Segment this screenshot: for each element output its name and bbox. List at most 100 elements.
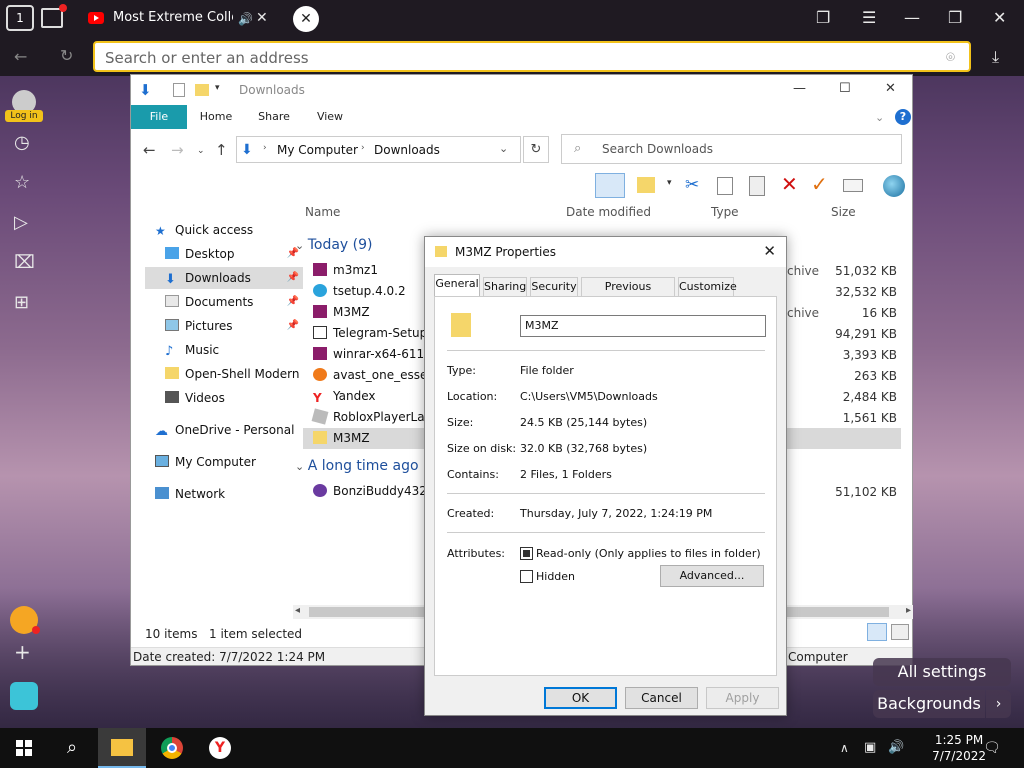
new-item-dropdown-icon[interactable]: ▾ [667,178,672,188]
minimize-icon[interactable]: — [904,10,920,26]
recent-locations-icon[interactable]: ⌄ [197,143,205,159]
backgrounds-chevron-icon[interactable]: › [986,690,1011,718]
bookmarks-icon[interactable]: ❐ [816,10,830,26]
explorer-back-icon[interactable]: ← [143,142,156,158]
large-icons-view-icon[interactable] [891,624,909,640]
nav-onedrive[interactable]: ☁ OneDrive - Personal [145,419,303,441]
file-explorer-taskbar-icon[interactable] [98,728,146,768]
explorer-forward-icon[interactable]: → [171,142,184,158]
nav-documents[interactable]: Documents 📌 [145,291,303,313]
history-icon[interactable]: ◷ [14,134,30,152]
column-date-modified[interactable]: Date modified [566,205,651,225]
start-button[interactable] [0,728,48,768]
explorer-close-icon[interactable]: ✕ [885,81,896,97]
breadcrumb-dropdown-icon[interactable]: ⌄ [499,142,508,155]
mail-app-icon[interactable] [10,606,40,634]
close-window-icon[interactable]: ✕ [993,10,1006,26]
notifications-icon[interactable]: 🗨 [983,740,1001,756]
chrome-taskbar-icon[interactable] [148,728,196,768]
breadcrumb-my-computer[interactable]: My Computer [277,143,358,157]
volume-tray-icon[interactable]: 🔊 [888,740,904,756]
breadcrumb-downloads[interactable]: Downloads [374,143,440,157]
scroll-left-icon[interactable]: ◂ [295,605,300,616]
list-item[interactable]: M3MZ [305,302,370,323]
list-item[interactable]: tsetup.4.0.2 [305,281,406,302]
nav-open-shell[interactable]: Open-Shell Modern [145,363,303,385]
network-tray-icon[interactable]: ▣ [864,740,876,756]
group-today[interactable]: ⌄ Today (9) [295,237,373,253]
folder-name-input[interactable]: M3MZ [520,315,766,337]
tab-previous-versions[interactable]: Previous Versions [581,277,675,310]
details-view-icon[interactable] [867,623,887,641]
globe-icon[interactable] [883,175,905,197]
media-icon[interactable]: ▷ [14,214,28,232]
scroll-right-icon[interactable]: ▸ [906,605,911,616]
delete-icon[interactable]: ✕ [781,174,798,194]
audio-icon[interactable]: 🔊 [238,11,253,27]
up-icon[interactable]: ↑ [215,142,228,158]
paste-icon[interactable] [749,176,765,196]
tab-home[interactable]: Home [191,105,241,129]
explorer-maximize-icon[interactable]: ☐ [839,81,851,97]
properties-qa-icon[interactable] [173,83,185,97]
column-type[interactable]: Type [711,205,739,225]
list-item-selected[interactable]: M3MZ [305,428,370,449]
tab-customize[interactable]: Customize [678,277,737,296]
column-name[interactable]: Name [305,205,340,225]
tab-view[interactable]: View [305,105,355,129]
screenshot-icon[interactable]: ⌧ [14,254,35,272]
advanced-button[interactable]: Advanced... [660,565,764,587]
nav-network[interactable]: Network [145,483,303,505]
apps-grid-icon[interactable]: ⊞ [14,294,29,312]
list-item[interactable]: Y Yandex [305,386,376,407]
rename-icon[interactable] [843,179,863,192]
list-item[interactable]: m3mz1 [305,260,378,281]
list-item[interactable]: winrar-x64-611 [305,344,424,365]
camera-icon[interactable]: ⌾ [946,49,955,65]
tab-sharing[interactable]: Sharing [483,277,527,296]
nav-videos[interactable]: Videos [145,387,303,409]
ribbon-collapse-icon[interactable]: ⌄ [875,110,884,126]
search-downloads-input[interactable]: ⌕ Search Downloads [561,134,902,164]
new-folder-qa-icon[interactable] [195,84,209,96]
active-tab-title[interactable]: Most Extreme Collect [113,10,233,25]
dialog-close-icon[interactable]: ✕ [763,242,776,260]
nav-quick-access[interactable]: ★ Quick access [145,219,303,241]
back-icon[interactable]: ← [14,49,27,65]
tab-general[interactable]: General [434,274,480,297]
quick-access-download-icon[interactable]: ⬇ [139,82,153,98]
copy-icon[interactable] [717,177,733,195]
new-tab-button[interactable]: ✕ [293,6,319,32]
cut-icon[interactable]: ✂ [685,177,699,194]
nav-downloads[interactable]: ⬇ Downloads 📌 [145,267,303,289]
hidden-checkbox[interactable] [520,570,533,583]
nav-desktop[interactable]: Desktop 📌 [145,243,303,265]
backgrounds-button[interactable]: Backgrounds [873,690,985,718]
tab-file[interactable]: File [131,105,187,129]
column-size[interactable]: Size [831,205,856,225]
yandex-taskbar-icon[interactable]: Y [196,728,244,768]
add-panel-icon[interactable]: + [14,642,31,662]
explorer-minimize-icon[interactable]: — [793,81,806,97]
reload-icon[interactable]: ↻ [60,48,73,64]
ok-button[interactable]: OK [544,687,617,709]
tabs-counter-button[interactable]: 1 [6,5,34,31]
tab-share[interactable]: Share [249,105,299,129]
help-icon[interactable]: ? [895,109,911,125]
breadcrumb[interactable]: ⬇ › My Computer › Downloads ⌄ [236,136,521,163]
apply-button[interactable]: Apply [706,687,779,709]
new-item-icon[interactable] [637,177,655,193]
cancel-button[interactable]: Cancel [625,687,698,709]
refresh-icon[interactable]: ↻ [523,136,549,163]
check-icon[interactable]: ✓ [811,174,828,194]
all-settings-button[interactable]: All settings [873,658,1011,686]
tab-security[interactable]: Security [530,277,578,296]
nav-my-computer[interactable]: My Computer [145,451,303,473]
close-tab-icon[interactable]: ✕ [256,10,268,26]
messenger-app-icon[interactable] [10,682,38,710]
address-bar[interactable]: Search or enter an address ⌾ [93,41,971,72]
readonly-checkbox[interactable] [520,547,533,560]
list-item[interactable]: BonziBuddy432 [305,481,427,502]
group-long-ago[interactable]: ⌄ A long time ago ( [295,458,428,474]
menu-icon[interactable]: ☰ [862,10,876,26]
